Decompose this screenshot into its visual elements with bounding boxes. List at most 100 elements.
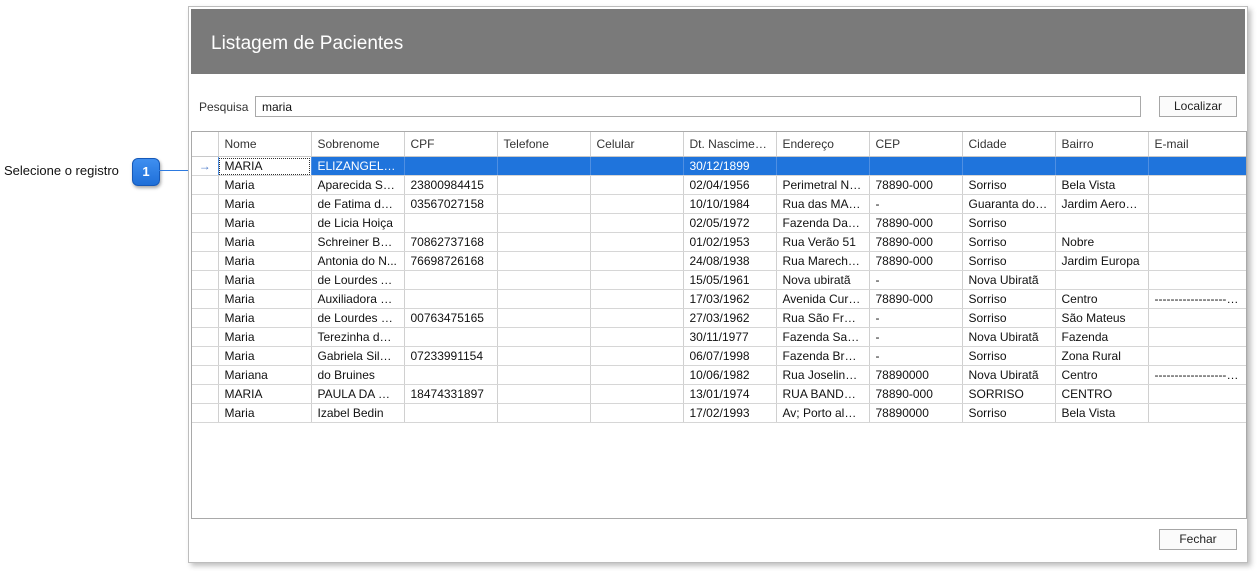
table-cell[interactable]: Jardim Aerop...: [1055, 194, 1149, 214]
table-cell[interactable]: 10/10/1984: [683, 194, 777, 214]
table-cell[interactable]: [404, 213, 498, 233]
table-cell[interactable]: [1148, 251, 1246, 271]
table-cell[interactable]: Maria: [218, 403, 312, 423]
column-header[interactable]: Sobrenome: [311, 132, 405, 157]
table-cell[interactable]: Maria: [218, 346, 312, 366]
table-cell[interactable]: [590, 156, 684, 176]
column-header[interactable]: Endereço: [776, 132, 870, 157]
table-cell[interactable]: Fazenda: [1055, 327, 1149, 347]
table-cell[interactable]: [404, 403, 498, 423]
table-cell[interactable]: de Licia Hoiça: [311, 213, 405, 233]
table-cell[interactable]: Nova Ubiratã: [962, 365, 1056, 385]
table-cell[interactable]: MARIA: [218, 156, 312, 176]
table-cell[interactable]: Maria: [218, 251, 312, 271]
table-cell[interactable]: Maria: [218, 175, 312, 195]
column-header[interactable]: Celular: [590, 132, 684, 157]
table-cell[interactable]: Avenida Curiti...: [776, 289, 870, 309]
table-cell[interactable]: [497, 327, 591, 347]
table-cell[interactable]: [497, 308, 591, 328]
table-cell[interactable]: [869, 156, 963, 176]
table-cell[interactable]: [1148, 346, 1246, 366]
table-cell[interactable]: [1148, 175, 1246, 195]
table-cell[interactable]: 23800984415: [404, 175, 498, 195]
table-cell[interactable]: -: [869, 346, 963, 366]
table-cell[interactable]: [404, 270, 498, 290]
table-cell[interactable]: 02/05/1972: [683, 213, 777, 233]
table-cell[interactable]: Maria: [218, 289, 312, 309]
table-cell[interactable]: 13/01/1974: [683, 384, 777, 404]
table-cell[interactable]: [590, 346, 684, 366]
column-header[interactable]: E-mail: [1148, 132, 1246, 157]
table-cell[interactable]: [962, 156, 1056, 176]
table-cell[interactable]: de Lourdes Q...: [311, 308, 405, 328]
table-cell[interactable]: 27/03/1962: [683, 308, 777, 328]
table-cell[interactable]: Mariana: [218, 365, 312, 385]
row-indicator[interactable]: [192, 365, 219, 385]
table-cell[interactable]: Rua Joselino ...: [776, 365, 870, 385]
table-cell[interactable]: 78890000: [869, 365, 963, 385]
table-cell[interactable]: -: [869, 194, 963, 214]
table-cell[interactable]: Sorriso: [962, 232, 1056, 252]
table-cell[interactable]: 78890-000: [869, 251, 963, 271]
table-cell[interactable]: [404, 327, 498, 347]
table-cell[interactable]: [1055, 156, 1149, 176]
table-cell[interactable]: [404, 365, 498, 385]
table-cell[interactable]: Aparecida So...: [311, 175, 405, 195]
table-cell[interactable]: MARIA: [218, 384, 312, 404]
table-cell[interactable]: de Lourdes Ac...: [311, 270, 405, 290]
column-header[interactable]: Cidade: [962, 132, 1056, 157]
table-cell[interactable]: 70862737168: [404, 232, 498, 252]
table-cell[interactable]: [1148, 327, 1246, 347]
table-cell[interactable]: [404, 156, 498, 176]
table-cell[interactable]: [1148, 308, 1246, 328]
table-cell[interactable]: [776, 156, 870, 176]
table-cell[interactable]: [1148, 232, 1246, 252]
row-indicator[interactable]: [192, 194, 219, 214]
table-cell[interactable]: Sorriso: [962, 403, 1056, 423]
table-cell[interactable]: [497, 232, 591, 252]
table-cell[interactable]: Antonia do N...: [311, 251, 405, 271]
column-header[interactable]: Nome: [218, 132, 312, 157]
table-row[interactable]: Mariana do Bruines 10/06/1982 Rua Joselino …: [192, 365, 1246, 385]
table-cell[interactable]: [590, 365, 684, 385]
row-indicator[interactable]: [192, 384, 219, 404]
table-cell[interactable]: 30/11/1977: [683, 327, 777, 347]
search-input[interactable]: [255, 96, 1141, 117]
table-cell[interactable]: Auxiliadora D...: [311, 289, 405, 309]
table-cell[interactable]: [497, 289, 591, 309]
column-header[interactable]: CEP: [869, 132, 963, 157]
table-cell[interactable]: Maria: [218, 232, 312, 252]
table-cell[interactable]: --------------------...: [1148, 289, 1246, 309]
row-indicator[interactable]: [192, 403, 219, 423]
table-cell[interactable]: -: [869, 327, 963, 347]
table-cell[interactable]: Terezinha da ...: [311, 327, 405, 347]
table-cell[interactable]: Fazenda Sant...: [776, 327, 870, 347]
row-indicator[interactable]: [192, 175, 219, 195]
row-indicator[interactable]: [192, 289, 219, 309]
table-cell[interactable]: Jardim Europa: [1055, 251, 1149, 271]
table-cell[interactable]: -: [869, 270, 963, 290]
table-cell[interactable]: 10/06/1982: [683, 365, 777, 385]
table-cell[interactable]: 07233991154: [404, 346, 498, 366]
table-cell[interactable]: Rua São Fran...: [776, 308, 870, 328]
patients-grid[interactable]: Nome Sobrenome CPF Telefone Celular Dt. Nasci…: [191, 131, 1247, 519]
table-cell[interactable]: 78890-000: [869, 175, 963, 195]
table-cell[interactable]: Maria: [218, 270, 312, 290]
table-cell[interactable]: [590, 308, 684, 328]
table-cell[interactable]: 18474331897: [404, 384, 498, 404]
table-cell[interactable]: RUA BANDER...: [776, 384, 870, 404]
table-cell[interactable]: 78890-000: [869, 384, 963, 404]
table-row[interactable]: Maria Auxiliadora D... 17/03/1962 Avenida C…: [192, 289, 1246, 309]
table-cell[interactable]: Nova ubiratã: [776, 270, 870, 290]
column-header[interactable]: Dt. Nascimento: [683, 132, 777, 157]
row-indicator[interactable]: [192, 327, 219, 347]
table-cell[interactable]: Rua das MArg...: [776, 194, 870, 214]
table-cell[interactable]: [1148, 384, 1246, 404]
table-row[interactable]: Maria de Lourdes Ac... 15/05/1961 Nova ubir…: [192, 270, 1246, 290]
table-cell[interactable]: Rua Verão 51: [776, 232, 870, 252]
table-cell[interactable]: Sorriso: [962, 213, 1056, 233]
table-cell[interactable]: [590, 194, 684, 214]
table-cell[interactable]: [497, 365, 591, 385]
table-cell[interactable]: [497, 251, 591, 271]
table-cell[interactable]: Bela Vista: [1055, 403, 1149, 423]
